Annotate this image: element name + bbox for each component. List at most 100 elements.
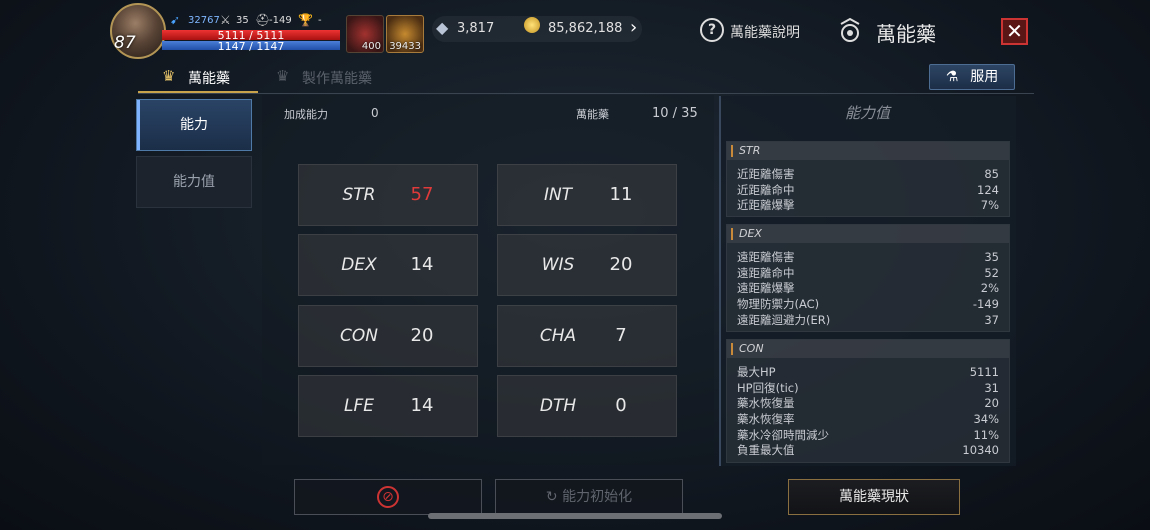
stat-row: 遠距離爆擊 2%	[727, 281, 1009, 297]
elixir-title-icon	[840, 17, 860, 42]
row-value: 31	[984, 380, 999, 395]
stat-card-con[interactable]: CON 20	[298, 305, 478, 367]
help-icon[interactable]: ?	[700, 18, 724, 42]
close-button[interactable]: ✕	[1001, 18, 1028, 45]
side-item-ability[interactable]: 能力	[136, 99, 252, 151]
row-label: 負重最大值	[737, 443, 795, 458]
elixir-slot[interactable]: 39433	[386, 15, 424, 53]
flask-icon: ⚗	[945, 69, 959, 85]
stat-row: 藥水恢復率 34%	[727, 412, 1009, 428]
stat-row: 藥水冷卻時間減少 11%	[727, 428, 1009, 444]
stat-value: 0	[615, 395, 627, 416]
row-value: 124	[977, 182, 999, 197]
stat-row: 近距離傷害 85	[727, 167, 1009, 183]
row-value: 34%	[973, 412, 999, 427]
row-label: 最大HP	[737, 365, 776, 379]
stat-card-dth[interactable]: DTH 0	[497, 375, 677, 437]
stat-card-cha[interactable]: CHA 7	[497, 305, 677, 367]
elixir-value: 10 / 35	[652, 106, 698, 121]
row-label: 藥水恢復量	[737, 396, 795, 411]
stat-row: 負重最大值 10340	[727, 443, 1009, 459]
stat-row: 近距離命中 124	[727, 183, 1009, 199]
row-label: 遠距離傷害	[737, 250, 795, 264]
stat-b-value: -149	[269, 15, 292, 26]
power-icon: ➹	[170, 13, 181, 27]
stat-row: 遠距離命中 52	[727, 266, 1009, 282]
section-dex: DEX 遠距離傷害 35 遠距離命中 52 遠距離爆擊 2% 物理防禦力(AC) -14…	[726, 224, 1010, 332]
row-label: 近距離命中	[737, 182, 795, 197]
reset-label: 能力初始化	[562, 489, 633, 505]
row-value: 35	[984, 250, 999, 264]
use-button-label: 服用	[970, 69, 999, 85]
stat-card-wis[interactable]: WIS 20	[497, 234, 677, 296]
stat-row: 藥水恢復量 20	[727, 396, 1009, 412]
use-button[interactable]: ⚗ 服用	[929, 64, 1015, 90]
help-label[interactable]: 萬能藥說明	[730, 22, 800, 42]
stat-card-str[interactable]: STR 57	[298, 164, 478, 226]
row-value: 20	[984, 396, 999, 411]
stat-value: 14	[410, 254, 434, 275]
bonus-value: 0	[371, 106, 379, 120]
row-value: 85	[984, 167, 999, 181]
stat-row: 近距離爆擊 7%	[727, 198, 1009, 214]
stat-value: 20	[609, 254, 633, 275]
stat-value: 11	[609, 184, 633, 205]
active-tab-indicator	[138, 91, 258, 93]
reset-ability-button[interactable]: ↻ 能力初始化	[495, 479, 683, 515]
row-label: 遠距離迴避力(ER)	[737, 312, 831, 327]
elixir-count: 39433	[389, 41, 421, 52]
section-header: DEX	[727, 225, 1009, 243]
row-label: 藥水恢復率	[737, 412, 795, 427]
stat-value: 20	[410, 325, 434, 346]
stat-value: 7	[615, 325, 627, 346]
row-value: 7%	[980, 198, 999, 213]
elixir-label: 萬能藥	[576, 108, 609, 121]
stat-card-int[interactable]: INT 11	[497, 164, 677, 226]
potion-count: 400	[361, 41, 381, 52]
trophy-icon: 🏆	[298, 13, 313, 27]
stat-row: HP回復(tic) 31	[727, 381, 1009, 397]
row-value: 11%	[973, 427, 999, 442]
scrollbar[interactable]	[428, 513, 722, 519]
tab-elixir[interactable]: 萬能藥	[188, 68, 230, 88]
section-str: STR 近距離傷害 85 近距離命中 124 近距離爆擊 7%	[726, 141, 1010, 217]
stat-panel-title: 能力值	[844, 104, 890, 122]
forbidden-button[interactable]: ⊘	[294, 479, 482, 515]
row-value: 5111	[969, 365, 999, 379]
diamond-value: 3,817	[457, 21, 495, 36]
player-avatar[interactable]: 87	[110, 3, 166, 59]
section-header: CON	[727, 340, 1009, 358]
potion-slot[interactable]: 400	[346, 15, 384, 53]
power-value: 32767	[188, 15, 220, 26]
tab-craft-elixir[interactable]: 製作萬能藥	[302, 68, 372, 88]
row-label: 近距離傷害	[737, 167, 795, 181]
section-con: CON 最大HP 5111 HP回復(tic) 31 藥水恢復量 20 藥水恢復率 34…	[726, 339, 1010, 463]
bonus-label: 加成能力	[284, 108, 328, 121]
row-label: 遠距離爆擊	[737, 281, 795, 296]
elixir-status-button[interactable]: 萬能藥現狀	[788, 479, 960, 515]
row-value: 52	[984, 265, 999, 280]
side-item-label: 能力值	[173, 174, 215, 190]
sword-icon: ⚔	[220, 13, 231, 27]
stat-c-value: -	[318, 15, 322, 26]
tab-row	[138, 62, 1034, 94]
status-label: 萬能藥現狀	[839, 489, 909, 505]
row-label: 近距離爆擊	[737, 198, 795, 213]
row-value: 10340	[962, 443, 999, 458]
refresh-icon: ↻	[545, 489, 563, 505]
stat-card-dex[interactable]: DEX 14	[298, 234, 478, 296]
row-label: HP回復(tic)	[737, 380, 799, 395]
row-label: 藥水冷卻時間減少	[737, 427, 829, 442]
stat-row: 最大HP 5111	[727, 365, 1009, 381]
helmet-icon: ⛑	[255, 13, 271, 27]
elixir-tab-icon: ♛	[162, 67, 176, 85]
chevron-right-icon[interactable]: ›	[630, 17, 637, 38]
row-value: -149	[972, 297, 999, 312]
stat-card-lfe[interactable]: LFE 14	[298, 375, 478, 437]
side-item-ability-value[interactable]: 能力值	[136, 156, 252, 208]
player-level: 87	[114, 33, 136, 53]
row-value: 2%	[980, 281, 999, 296]
page-title: 萬能藥	[876, 22, 936, 46]
stat-value: 57	[410, 184, 434, 205]
gold-icon	[524, 17, 540, 33]
